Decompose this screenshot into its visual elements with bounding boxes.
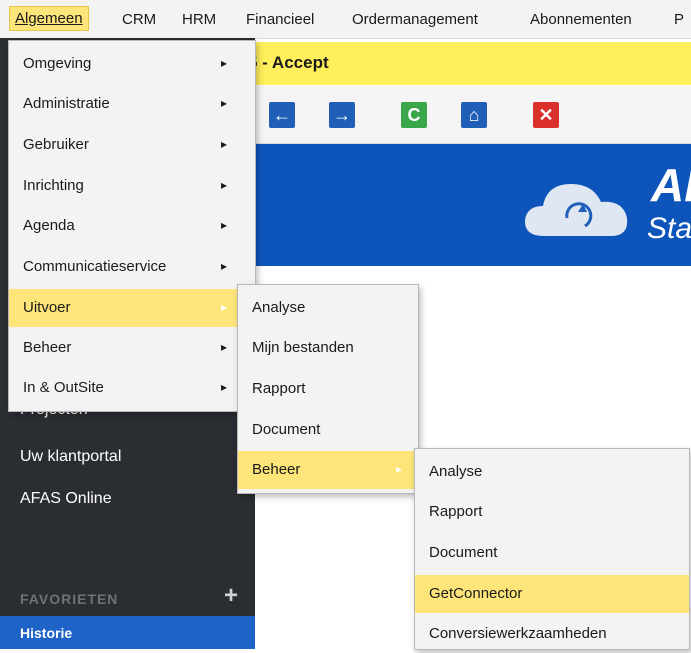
menu-item-label: Agenda xyxy=(23,217,75,234)
menu-financieel[interactable]: Financieel xyxy=(242,9,318,30)
chevron-right-icon: ▸ xyxy=(221,218,228,232)
submenu-item-analyse[interactable]: Analyse xyxy=(238,289,418,327)
close-icon[interactable]: ✕ xyxy=(533,102,559,128)
menu-item-administratie[interactable]: Administratie ▸ xyxy=(9,85,255,123)
chevron-right-icon: ▸ xyxy=(396,462,403,476)
banner-logo-text: Al xyxy=(651,159,691,211)
submenu-item-rapport-beheer[interactable]: Rapport xyxy=(415,493,689,531)
chevron-right-icon: ▸ xyxy=(221,259,228,273)
menu-item-label: Rapport xyxy=(429,503,483,520)
menu-item-omgeving[interactable]: Omgeving ▸ xyxy=(9,45,255,83)
sidebar-item-klantportal[interactable]: Uw klantportal xyxy=(20,448,121,466)
history-label: Historie xyxy=(20,625,73,641)
menu-item-label: Omgeving xyxy=(23,55,92,72)
chevron-right-icon: ▸ xyxy=(221,178,228,192)
menu-item-in-outsite[interactable]: In & OutSite ▸ xyxy=(9,369,255,407)
menu-item-gebruiker[interactable]: Gebruiker ▸ xyxy=(9,126,255,164)
menu-item-beheer[interactable]: Beheer ▸ xyxy=(9,329,255,367)
submenu-item-beheer[interactable]: Beheer ▸ xyxy=(238,451,418,489)
menu-item-uitvoer[interactable]: Uitvoer ▸ xyxy=(9,289,255,327)
chevron-right-icon: ▸ xyxy=(221,56,228,70)
chevron-right-icon: ▸ xyxy=(221,300,228,314)
toolbar: ← → C ⌂ ✕ xyxy=(255,86,691,144)
menu-hrm[interactable]: HRM xyxy=(178,9,220,30)
submenu-item-analyse-beheer[interactable]: Analyse xyxy=(415,453,689,491)
menu-item-inrichting[interactable]: Inrichting ▸ xyxy=(9,167,255,205)
uitvoer-submenu: Analyse Mijn bestanden Rapport Document … xyxy=(237,284,419,494)
menu-item-label: Document xyxy=(429,544,498,561)
menu-item-label: GetConnector xyxy=(429,585,523,602)
algemeen-dropdown: Omgeving ▸ Administratie ▸ Gebruiker ▸ Inri… xyxy=(8,40,256,412)
menu-item-communicatieservice[interactable]: Communicatieservice ▸ xyxy=(9,248,255,286)
menu-item-label: Rapport xyxy=(252,380,306,397)
menu-item-label: Conversiewerkzaamheden xyxy=(429,625,607,642)
refresh-icon[interactable]: C xyxy=(401,102,427,128)
menu-item-label: Analyse xyxy=(252,299,306,316)
favorites-heading: FAVORIETEN xyxy=(20,591,119,607)
chevron-right-icon: ▸ xyxy=(221,137,228,151)
sidebar-item-afas-online[interactable]: AFAS Online xyxy=(20,490,112,508)
menu-item-label: Beheer xyxy=(23,339,72,356)
menu-crm[interactable]: CRM xyxy=(118,9,160,30)
arrow-left-icon[interactable]: ← xyxy=(269,102,295,128)
history-bar[interactable]: Historie xyxy=(0,616,255,649)
menu-item-label: In & OutSite xyxy=(23,379,104,396)
menu-item-label: Inrichting xyxy=(23,177,84,194)
submenu-item-rapport[interactable]: Rapport xyxy=(238,370,418,408)
cloud-sync-icon xyxy=(524,184,628,236)
home-icon[interactable]: ⌂ xyxy=(461,102,487,128)
submenu-item-mijn-bestanden[interactable]: Mijn bestanden xyxy=(238,329,418,367)
chevron-right-icon: ▸ xyxy=(221,380,228,394)
menu-ordermanagement[interactable]: Ordermanagement xyxy=(348,9,482,30)
menu-item-label: Communicatieservice xyxy=(23,258,167,275)
menu-item-agenda[interactable]: Agenda ▸ xyxy=(9,207,255,245)
environment-title: 5 - Accept xyxy=(248,53,329,72)
environment-title-bar: 5 - Accept xyxy=(240,42,691,85)
menu-item-label: Beheer xyxy=(252,461,301,478)
menu-algemeen-label: Algemeen xyxy=(15,10,83,27)
menu-item-label: Gebruiker xyxy=(23,136,89,153)
banner: Al Sta xyxy=(255,144,691,266)
submenu-item-getconnector[interactable]: GetConnector xyxy=(415,575,689,613)
submenu-item-document-beheer[interactable]: Document xyxy=(415,534,689,572)
menu-item-label: Uitvoer xyxy=(23,299,71,316)
arrow-right-icon[interactable]: → xyxy=(329,102,355,128)
menubar: Algemeen CRM HRM Financieel Ordermanagem… xyxy=(0,0,691,39)
menu-item-label: Document xyxy=(252,421,321,438)
menu-item-label: Mijn bestanden xyxy=(252,339,354,356)
chevron-right-icon: ▸ xyxy=(221,340,228,354)
menu-p[interactable]: P xyxy=(670,9,688,30)
menu-item-label: Analyse xyxy=(429,463,483,480)
chevron-right-icon: ▸ xyxy=(221,96,228,110)
menu-algemeen[interactable]: Algemeen xyxy=(9,6,89,31)
submenu-item-conversiewerkzaamheden[interactable]: Conversiewerkzaamheden xyxy=(415,615,689,653)
banner-subtitle: Sta xyxy=(647,212,691,245)
menu-abonnementen[interactable]: Abonnementen xyxy=(526,9,636,30)
submenu-item-document[interactable]: Document xyxy=(238,411,418,449)
menu-item-label: Administratie xyxy=(23,95,110,112)
add-favorite-icon[interactable]: + xyxy=(224,582,238,610)
beheer-submenu: Analyse Rapport Document GetConnector Co… xyxy=(414,448,690,650)
